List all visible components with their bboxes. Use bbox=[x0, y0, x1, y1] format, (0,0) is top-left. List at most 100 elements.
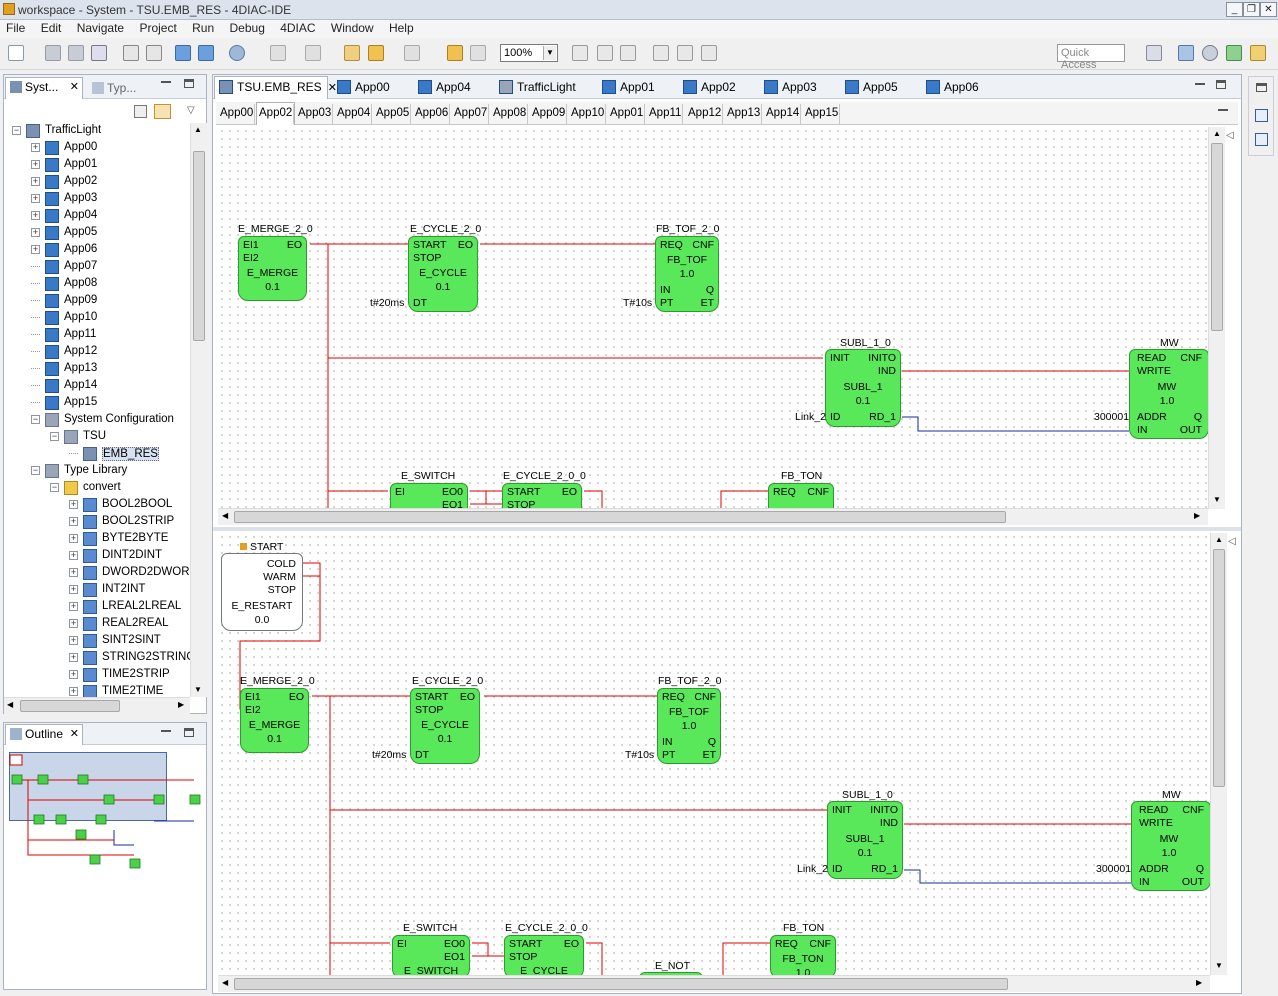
app-tab-app05[interactable]: App05 bbox=[374, 104, 412, 124]
close-icon[interactable]: ✕ bbox=[70, 727, 79, 740]
event-input[interactable]: WRITE bbox=[1137, 365, 1171, 377]
scroll-up-icon[interactable]: ▲ bbox=[1213, 129, 1221, 138]
data-input[interactable]: IN bbox=[662, 736, 673, 748]
tree-item[interactable]: − TSU bbox=[4, 429, 190, 446]
scroll-right-icon[interactable]: ▶ bbox=[178, 700, 184, 709]
save-icon[interactable] bbox=[45, 45, 61, 61]
event-input[interactable]: STOP bbox=[413, 252, 441, 264]
app-tab-app08[interactable]: App08 bbox=[491, 104, 529, 124]
expand-icon[interactable]: + bbox=[69, 670, 78, 679]
data-output[interactable]: OUT bbox=[1182, 876, 1204, 888]
event-input[interactable]: START bbox=[415, 691, 448, 703]
fb-body[interactable]: READ WRITE CNF MW 1.0 ADDR IN Q OUT bbox=[1131, 801, 1210, 891]
deploy-icon[interactable] bbox=[175, 45, 191, 61]
tree-item[interactable]: App09 bbox=[4, 293, 190, 310]
event-output[interactable]: EO0 bbox=[442, 486, 463, 498]
data-input[interactable]: PT bbox=[662, 749, 675, 761]
new-icon[interactable] bbox=[8, 45, 24, 61]
event-output[interactable]: CNF bbox=[694, 691, 716, 703]
scroll-left-icon[interactable]: ◀ bbox=[7, 700, 13, 709]
palette-toggle-icon[interactable]: ◁ bbox=[1226, 130, 1234, 141]
data-input[interactable]: ADDR bbox=[1137, 411, 1167, 423]
menu-4diac[interactable]: 4DIAC bbox=[274, 20, 321, 35]
tree-item[interactable]: + BOOL2STRIP bbox=[4, 514, 190, 531]
scroll-right-icon[interactable]: ▶ bbox=[1194, 511, 1200, 520]
menu-run[interactable]: Run bbox=[186, 20, 220, 35]
data-output[interactable]: Q bbox=[706, 284, 714, 296]
tree-item[interactable]: App13 bbox=[4, 361, 190, 378]
tab-types[interactable]: Typ... bbox=[88, 79, 140, 97]
expand-icon[interactable]: + bbox=[31, 245, 40, 254]
expand-icon[interactable]: + bbox=[69, 551, 78, 560]
debug-perspective-icon[interactable] bbox=[1226, 45, 1242, 61]
collapse-all-icon[interactable] bbox=[134, 105, 147, 118]
expand-icon[interactable]: + bbox=[69, 653, 78, 662]
fb-body[interactable]: COLD WARM STOP E_RESTART 0.0 bbox=[221, 553, 303, 631]
event-output[interactable]: CNF bbox=[1180, 352, 1202, 364]
tree-item[interactable]: App14 bbox=[4, 378, 190, 395]
tree-item[interactable]: App10 bbox=[4, 310, 190, 327]
back-icon[interactable] bbox=[368, 45, 384, 61]
event-output[interactable]: CNF bbox=[807, 486, 829, 498]
parameter-value[interactable]: T#10s bbox=[625, 749, 654, 761]
event-input[interactable]: REQ bbox=[775, 938, 798, 950]
data-output[interactable]: Q bbox=[1196, 863, 1204, 875]
next-annotation-icon[interactable] bbox=[270, 45, 286, 61]
expand-icon[interactable]: + bbox=[69, 568, 78, 577]
fb-body[interactable]: START STOP EO E_CYCLE bbox=[504, 935, 584, 975]
expand-icon[interactable]: + bbox=[69, 534, 78, 543]
scroll-thumb[interactable] bbox=[193, 151, 205, 341]
align-top-icon[interactable] bbox=[653, 45, 669, 61]
app-tab-app07[interactable]: App07 bbox=[452, 104, 490, 124]
event-input[interactable]: STOP bbox=[415, 704, 443, 716]
app-tab-app03[interactable]: App03 bbox=[296, 104, 334, 124]
minimize-editor-icon[interactable] bbox=[1195, 83, 1205, 85]
event-output[interactable]: EO bbox=[460, 691, 475, 703]
menu-debug[interactable]: Debug bbox=[224, 20, 271, 35]
menu-navigate[interactable]: Navigate bbox=[71, 20, 130, 35]
event-input[interactable]: EI1 bbox=[245, 691, 261, 703]
system-perspective-icon[interactable] bbox=[1178, 45, 1194, 61]
data-input[interactable]: ID bbox=[830, 411, 841, 423]
print-icon[interactable] bbox=[91, 45, 107, 61]
canvas-top-vertical-scrollbar[interactable]: ▲ ▼ bbox=[1208, 127, 1225, 509]
align-left-icon[interactable] bbox=[572, 45, 588, 61]
expand-icon[interactable]: + bbox=[69, 636, 78, 645]
event-output[interactable]: INITO bbox=[870, 804, 898, 816]
expand-icon[interactable]: + bbox=[69, 517, 78, 526]
fb-body[interactable]: READ WRITE CNF MW 1.0 ADDR IN Q OUT bbox=[1129, 349, 1208, 439]
tree-item[interactable]: + TIME2STRIP bbox=[4, 667, 190, 684]
scroll-thumb[interactable] bbox=[234, 978, 1008, 990]
tree-item[interactable]: + TIME2TIME bbox=[4, 684, 190, 697]
event-input[interactable]: START bbox=[507, 486, 540, 498]
event-output[interactable]: INITO bbox=[868, 352, 896, 364]
scroll-down-icon[interactable]: ▼ bbox=[1215, 961, 1223, 970]
tree-item[interactable]: + DWORD2DWORD bbox=[4, 565, 190, 582]
event-input[interactable]: REQ bbox=[662, 691, 685, 703]
collapse-icon[interactable]: − bbox=[31, 415, 40, 424]
data-input[interactable]: ADDR bbox=[1139, 863, 1169, 875]
tree-item[interactable]: + INT2INT bbox=[4, 582, 190, 599]
align-middle-icon[interactable] bbox=[677, 45, 693, 61]
expand-icon[interactable]: + bbox=[31, 177, 40, 186]
tree-item[interactable]: + LREAL2LREAL bbox=[4, 599, 190, 616]
scroll-right-icon[interactable]: ▶ bbox=[1196, 978, 1202, 987]
data-input[interactable]: ID bbox=[832, 863, 843, 875]
search-icon[interactable] bbox=[229, 45, 245, 61]
tab-system[interactable]: Syst... ✕ bbox=[5, 77, 83, 99]
tree-item[interactable]: − TrafficLight bbox=[4, 123, 190, 140]
editor-tab-tsu-emb-res[interactable]: TSU.EMB_RES ✕ bbox=[219, 78, 337, 98]
collapse-icon[interactable]: − bbox=[50, 483, 59, 492]
scroll-thumb[interactable] bbox=[20, 700, 120, 712]
event-output[interactable]: EO bbox=[289, 691, 304, 703]
event-output[interactable]: EO bbox=[564, 938, 579, 950]
tree-item[interactable]: App08 bbox=[4, 276, 190, 293]
menu-edit[interactable]: Edit bbox=[35, 20, 68, 35]
scroll-left-icon[interactable]: ◀ bbox=[222, 511, 228, 520]
scroll-thumb[interactable] bbox=[1213, 549, 1225, 787]
collapse-icon[interactable]: − bbox=[50, 432, 59, 441]
app-tab-app10[interactable]: App10 bbox=[569, 104, 607, 124]
tree-item[interactable]: + STRING2STRING bbox=[4, 650, 190, 667]
fb-body[interactable]: EI EO0 EO1 bbox=[390, 483, 468, 509]
event-output[interactable]: IND bbox=[880, 817, 898, 829]
